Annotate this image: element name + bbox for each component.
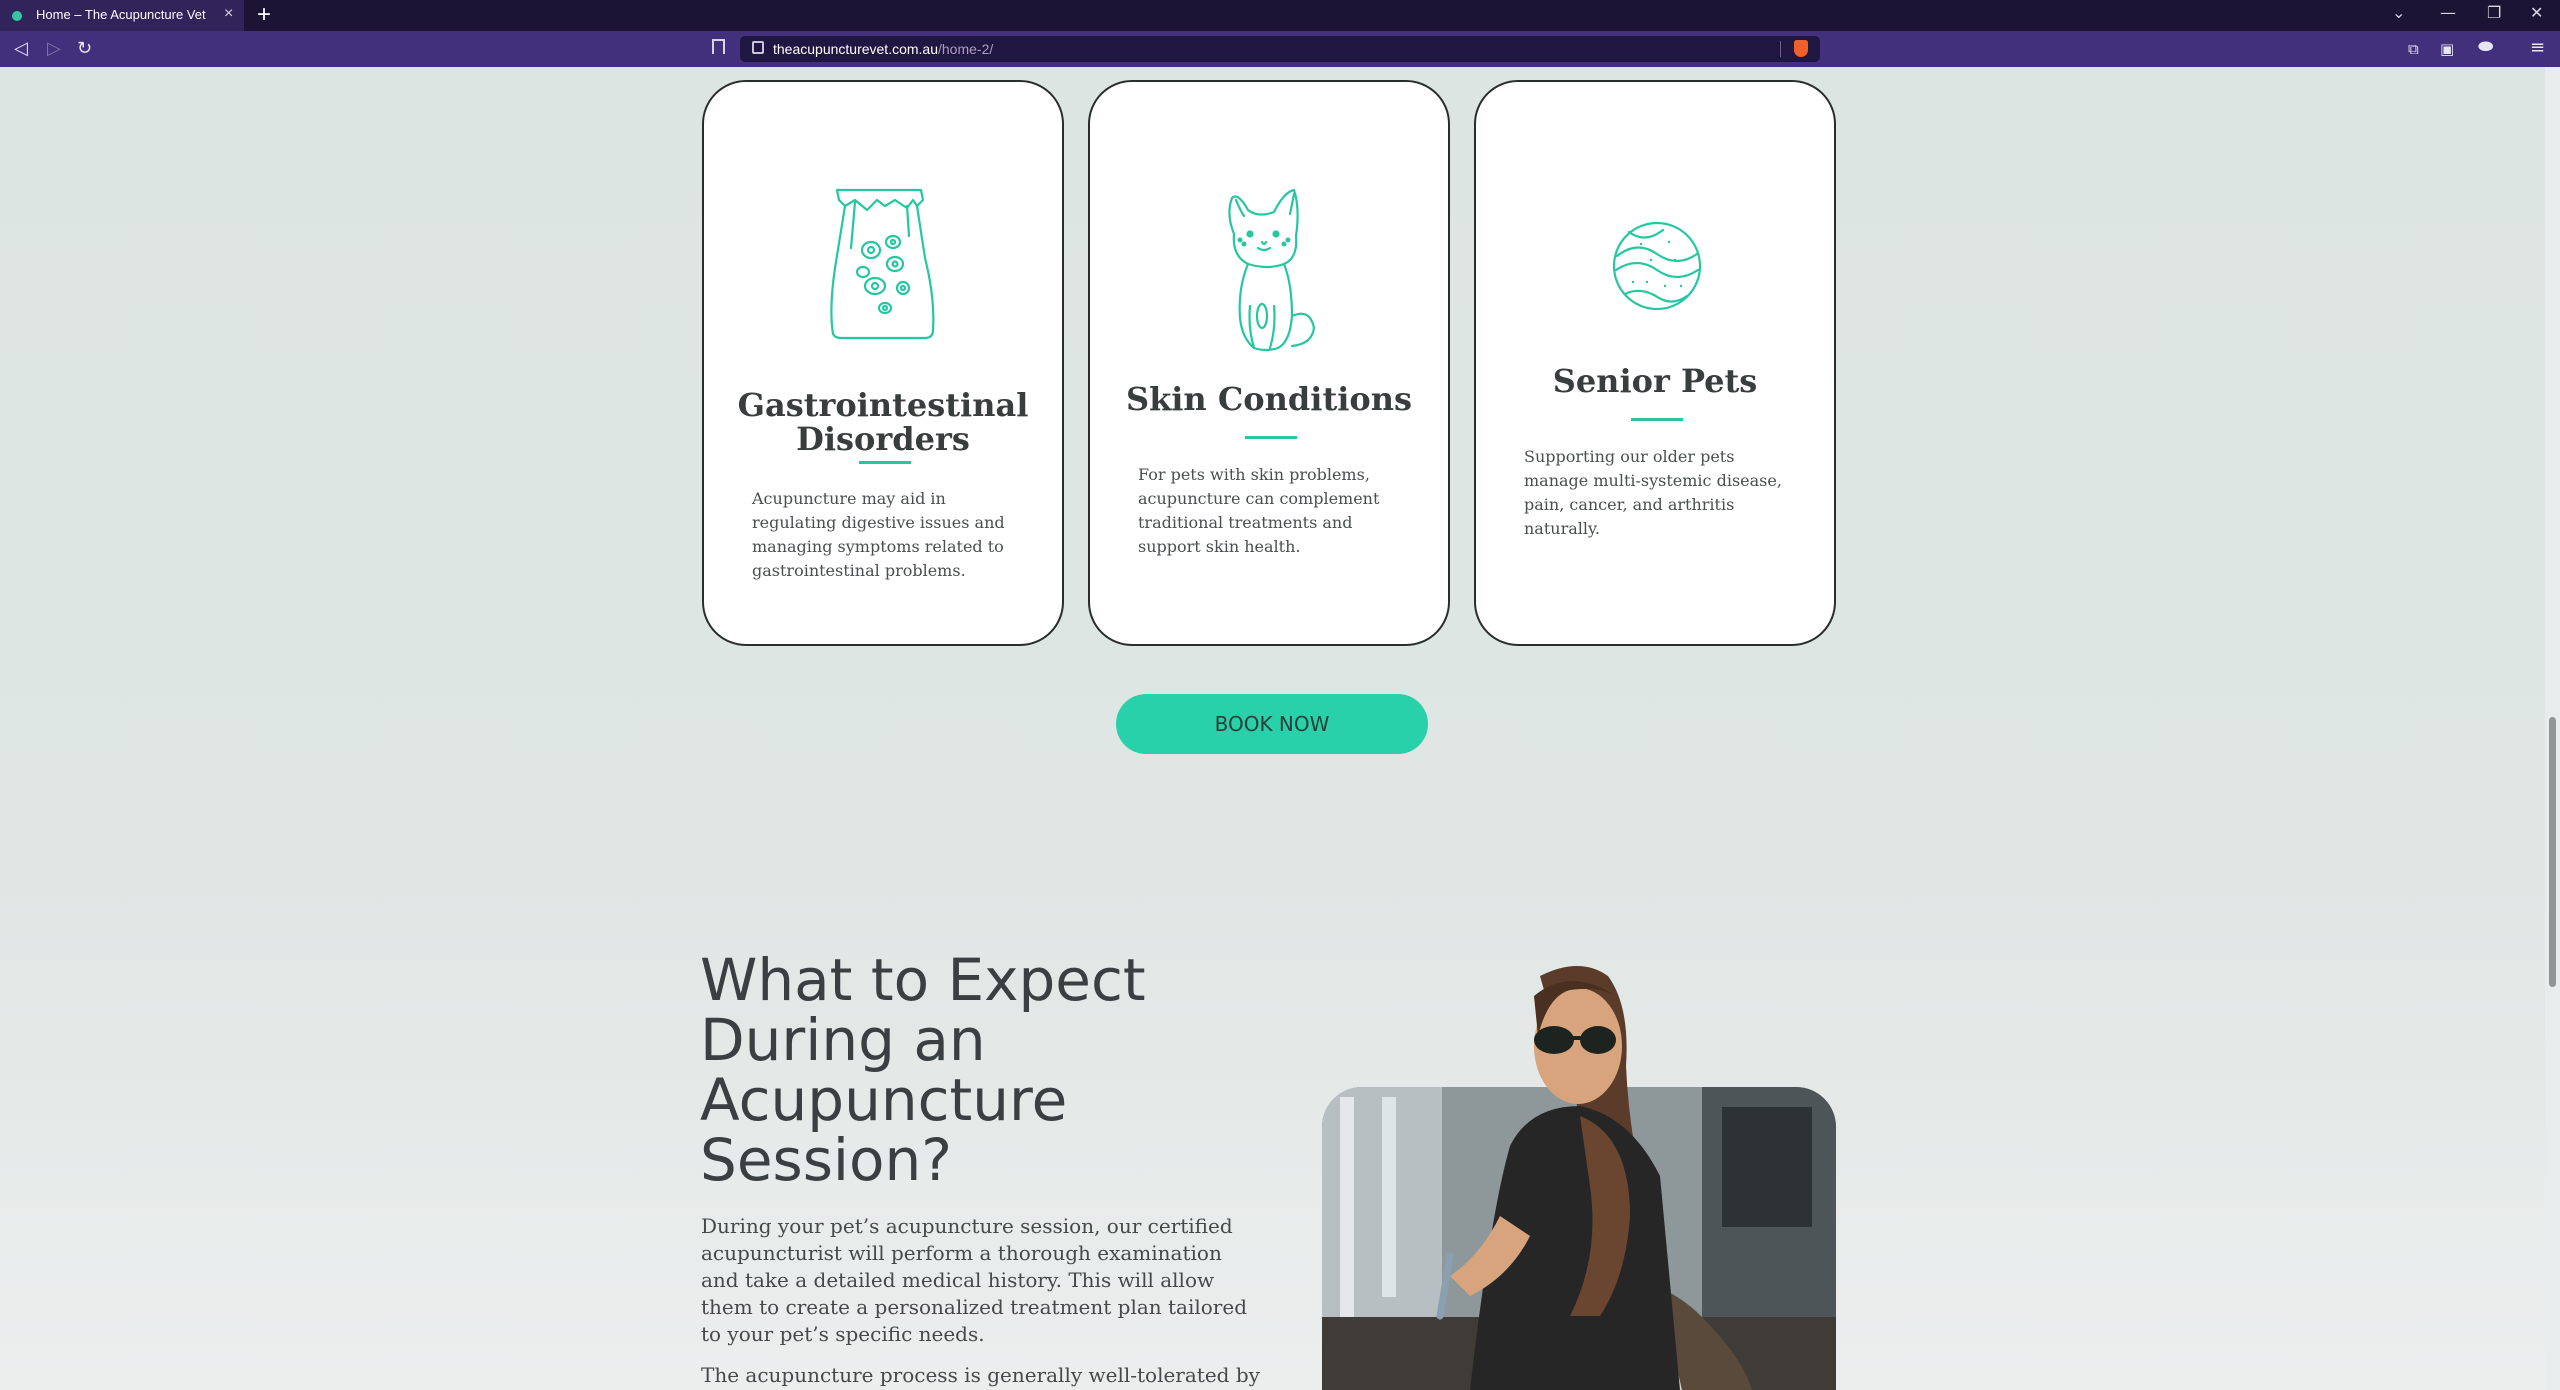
back-icon[interactable]: ◁ bbox=[14, 38, 28, 59]
section-paragraph: The acupuncture process is generally wel… bbox=[701, 1363, 1260, 1387]
address-bar[interactable]: theacupuncturevet.com.au/home-2/ bbox=[740, 36, 1820, 62]
card-title: Gastrointestinal Disorders bbox=[737, 386, 1029, 458]
food-bag-icon bbox=[830, 188, 935, 340]
tab-close-icon[interactable]: × bbox=[224, 5, 233, 23]
card-divider bbox=[1631, 418, 1683, 421]
book-now-button[interactable]: BOOK NOW bbox=[1116, 694, 1428, 754]
dog-icon bbox=[1228, 188, 1316, 352]
extensions-icon[interactable]: ⧉ bbox=[2408, 40, 2419, 58]
browser-toolbar: ◁ ▷ ↻ theacupuncturevet.com.au/home-2/ ⧉… bbox=[0, 31, 2560, 67]
browser-tab[interactable]: Home – The Acupuncture Vet × bbox=[0, 0, 244, 31]
wallet-icon[interactable]: ⬬ bbox=[2478, 36, 2493, 57]
minimize-icon[interactable]: — bbox=[2440, 3, 2456, 22]
url-text: theacupuncturevet.com.au/home-2/ bbox=[773, 41, 994, 57]
card-divider bbox=[859, 461, 911, 464]
service-card-skin: Skin Conditions For pets with skin probl… bbox=[1088, 80, 1450, 646]
sidebar-icon[interactable]: ▣ bbox=[2440, 40, 2454, 58]
new-tab-button[interactable]: + bbox=[257, 1, 271, 29]
window-close-icon[interactable]: ✕ bbox=[2530, 3, 2543, 22]
forward-icon[interactable]: ▷ bbox=[47, 38, 61, 59]
service-card-senior: Senior Pets Supporting our older pets ma… bbox=[1474, 80, 1836, 646]
lock-icon bbox=[752, 41, 764, 54]
page-content: Gastrointestinal Disorders Acupuncture m… bbox=[0, 67, 2545, 1390]
browser-tab-bar: Home – The Acupuncture Vet × + ⌄ — ❐ ✕ bbox=[0, 0, 2560, 31]
brave-shield-icon[interactable] bbox=[1794, 40, 1808, 57]
restore-icon[interactable]: ❐ bbox=[2487, 3, 2501, 22]
favicon-icon bbox=[12, 11, 22, 21]
tab-list-chevron-icon[interactable]: ⌄ bbox=[2392, 3, 2405, 22]
section-heading: What to Expect During an Acupuncture Ses… bbox=[700, 946, 1146, 1194]
bookmark-icon[interactable] bbox=[712, 39, 725, 54]
section-paragraph: During your pet’s acupuncture session, o… bbox=[701, 1214, 1248, 1346]
tab-title: Home – The Acupuncture Vet bbox=[36, 7, 206, 22]
card-divider bbox=[1245, 436, 1297, 439]
service-card-gastrointestinal: Gastrointestinal Disorders Acupuncture m… bbox=[702, 80, 1064, 646]
divider bbox=[1780, 41, 1781, 57]
card-text: For pets with skin problems, acupuncture… bbox=[1138, 465, 1380, 556]
card-text: Acupuncture may aid in regulating digest… bbox=[752, 489, 1005, 580]
card-text: Supporting our older pets manage multi-s… bbox=[1524, 447, 1782, 538]
veterinarian-photo-figure bbox=[1436, 966, 1680, 1390]
page-scrollbar[interactable] bbox=[2545, 67, 2560, 1390]
scrollbar-thumb[interactable] bbox=[2549, 717, 2556, 987]
reload-icon[interactable]: ↻ bbox=[77, 38, 92, 59]
card-title: Senior Pets bbox=[1552, 362, 1758, 400]
ball-icon bbox=[1612, 221, 1702, 311]
card-title: Skin Conditions bbox=[1125, 380, 1412, 418]
menu-icon[interactable]: ≡ bbox=[2530, 37, 2545, 58]
